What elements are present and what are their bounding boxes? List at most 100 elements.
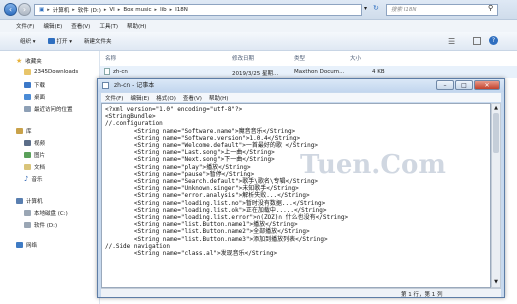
folder-icon	[24, 69, 31, 75]
file-name: zh-cn	[113, 69, 128, 75]
sidebar-item-label: 图片	[34, 153, 46, 159]
libraries-header[interactable]: 库	[16, 127, 32, 135]
scroll-down-icon[interactable]: ▼	[493, 279, 499, 285]
help-icon[interactable]: ?	[489, 36, 498, 45]
network-label: 网络	[26, 243, 38, 249]
close-button[interactable]: ✕	[474, 80, 500, 90]
breadcrumb-vi[interactable]: VI	[109, 7, 114, 13]
scroll-up-icon[interactable]: ▲	[493, 105, 499, 111]
view-options-icon[interactable]: ☰	[448, 37, 455, 46]
text-line: //.Side navigation	[105, 242, 171, 250]
sidebar-item-label: 文档	[34, 165, 46, 171]
sidebar-item-2345downloads[interactable]: 2345Downloads	[24, 69, 78, 75]
breadcrumb-computer[interactable]: 计算机	[53, 6, 70, 14]
sidebar-item-label: 桌面	[34, 95, 46, 101]
breadcrumb-d-drive[interactable]: 软件 (D:)	[78, 6, 101, 14]
sidebar-item-recent-places[interactable]: 最近访问的位置	[24, 105, 73, 113]
text-line: <String name="list.Button.name2">全部播放</S…	[105, 228, 310, 236]
scrollbar-thumb[interactable]	[493, 113, 499, 153]
pictures-icon	[24, 152, 31, 158]
address-bar[interactable]: ▣ ▸ 计算机 ▸ 软件 (D:) ▸ VI ▸ Box music ▸ lib…	[34, 4, 362, 16]
text-line: <String name="error.analysis">解析失败...</S…	[105, 192, 310, 200]
breadcrumb-lib[interactable]: lib	[160, 7, 167, 13]
text-line: <String name="loading.list.ok">正在加载中....…	[105, 206, 327, 214]
explorer-menubar: 文件(F) 编辑(E) 查看(V) 工具(T) 帮助(H)	[0, 20, 517, 32]
watermark: Tuen.Com	[300, 150, 446, 180]
sidebar-item-music[interactable]: ♪ 音乐	[24, 175, 42, 183]
open-button[interactable]: 打开 ▾	[47, 37, 73, 45]
network-header[interactable]: 网络	[16, 241, 37, 249]
network-icon	[16, 242, 23, 248]
refresh-icon[interactable]: ↻	[373, 4, 379, 12]
computer-icon	[16, 198, 23, 204]
sidebar-item-pictures[interactable]: 图片	[24, 151, 45, 159]
maximize-button[interactable]: □	[455, 80, 473, 90]
menu-tools[interactable]: 工具(T)	[99, 22, 118, 30]
file-list-header: 名称 修改日期 类型 大小	[100, 51, 517, 65]
column-date-modified[interactable]: 修改日期	[232, 54, 254, 62]
notepad-menu-format[interactable]: 格式(O)	[156, 94, 176, 102]
file-date: 2019/3/25 星期...	[232, 71, 279, 77]
search-icon[interactable]: ⚲	[488, 4, 493, 12]
menu-help[interactable]: 帮助(H)	[127, 22, 146, 30]
vertical-scrollbar[interactable]: ▲ ▼	[491, 103, 501, 288]
documents-icon	[24, 164, 31, 170]
column-name[interactable]: 名称	[105, 54, 116, 62]
favorites-label: 收藏夹	[25, 59, 42, 65]
text-line: <String name="list.Button.name3">添加到播放列表…	[105, 235, 328, 243]
sidebar-item-drive-d[interactable]: 软件 (D:)	[24, 221, 57, 229]
sidebar-item-label: 视频	[34, 141, 46, 147]
notepad-menu-edit[interactable]: 编辑(E)	[130, 94, 149, 102]
menu-edit[interactable]: 编辑(E)	[43, 22, 62, 30]
file-row[interactable]: zh-cn 2019/3/25 星期... Maxthon Docum... 4…	[100, 66, 517, 78]
sidebar-item-documents[interactable]: 文档	[24, 163, 45, 171]
notepad-menu-view[interactable]: 查看(V)	[183, 94, 202, 102]
notepad-statusbar: 第 1 行，第 1 列	[101, 288, 501, 298]
sidebar-item-desktop[interactable]: 桌面	[24, 93, 45, 101]
forward-button[interactable]: ›	[18, 3, 31, 16]
menu-file[interactable]: 文件(F)	[16, 22, 34, 30]
recent-places-icon	[24, 106, 31, 112]
libraries-label: 库	[26, 129, 32, 135]
text-line: <?xml version="1.0" encoding="utf-8"?>	[105, 106, 243, 113]
sidebar-item-drive-c[interactable]: 本地磁盘 (C:)	[24, 209, 68, 217]
open-icon	[47, 38, 55, 44]
notepad-menubar: 文件(F) 编辑(E) 格式(O) 查看(V) 帮助(H)	[101, 93, 501, 102]
back-button[interactable]: ‹	[4, 3, 17, 16]
breadcrumb-box-music[interactable]: Box music	[123, 7, 151, 13]
notepad-menu-help[interactable]: 帮助(H)	[209, 94, 228, 102]
sidebar-item-label: 最近访问的位置	[34, 107, 73, 113]
computer-label: 计算机	[26, 199, 43, 205]
notepad-text-area[interactable]: <?xml version="1.0" encoding="utf-8"?> <S…	[101, 103, 491, 288]
sidebar-item-downloads[interactable]: 下载	[24, 81, 45, 89]
star-icon: ★	[16, 57, 23, 65]
address-dropdown-icon[interactable]: ▾	[364, 5, 367, 12]
sidebar-item-label: 软件 (D:)	[34, 223, 58, 229]
drive-icon	[24, 222, 31, 228]
library-icon	[16, 128, 23, 134]
minimize-button[interactable]: –	[436, 80, 454, 90]
sidebar-item-label: 2345Downloads	[34, 69, 79, 75]
file-type: Maxthon Docum...	[294, 69, 345, 75]
breadcrumb-i18n[interactable]: I18N	[175, 7, 188, 13]
column-size[interactable]: 大小	[350, 54, 361, 62]
search-input[interactable]: 搜索 I18N	[386, 4, 498, 16]
download-folder-icon	[24, 82, 31, 88]
sidebar-item-videos[interactable]: 视频	[24, 139, 45, 147]
notepad-menu-file[interactable]: 文件(F)	[105, 94, 123, 102]
text-line: <String name="loading.list.no">暂时没有数据...…	[105, 199, 326, 207]
open-button-label: 打开 ▾	[56, 39, 73, 45]
music-icon: ♪	[24, 175, 29, 183]
organize-button[interactable]: 组织 ▾	[20, 37, 36, 45]
notepad-window: zh-cn - 记事本 – □ ✕ 文件(F) 编辑(E) 格式(O) 查看(V…	[97, 78, 505, 298]
column-type[interactable]: 类型	[294, 54, 305, 62]
preview-pane-icon[interactable]	[473, 37, 481, 45]
favorites-header[interactable]: ★ 收藏夹	[16, 57, 42, 65]
menu-view[interactable]: 查看(V)	[71, 22, 90, 30]
computer-header[interactable]: 计算机	[16, 197, 43, 205]
text-line: <String name="class.al">发现音乐</String>	[105, 250, 278, 258]
text-line: <String name="Software.name">魔音音乐</Strin…	[105, 127, 296, 135]
new-folder-button[interactable]: 新建文件夹	[84, 37, 112, 45]
text-line: <String name="Software.version">1.0.4</S…	[105, 134, 301, 142]
file-size: 4 KB	[372, 69, 385, 75]
